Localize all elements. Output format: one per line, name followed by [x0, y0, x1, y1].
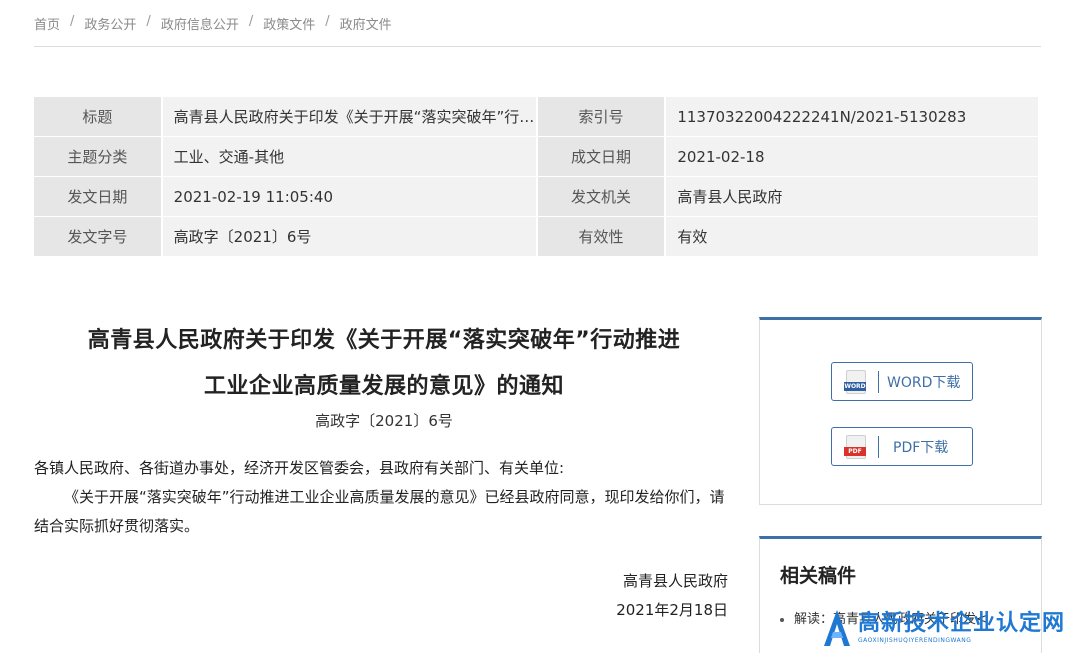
watermark-title: 高新技术企业认定网: [858, 610, 1066, 636]
breadcrumb-gov-affairs[interactable]: 政务公开: [84, 14, 136, 33]
article-date: 2021年2月18日: [616, 601, 728, 619]
article-salutation: 各镇人民政府、各街道办事处，经济开发区管委会，县政府有关部门、有关单位:: [34, 459, 565, 477]
pdf-file-icon: PDF: [844, 434, 868, 459]
article-paragraph: 《关于开展“落实突破年”行动推进工业企业高质量发展的意见》已经县政府同意，现印发…: [34, 488, 725, 535]
watermark: 高新技术企业认定网 GAOXINJISHUQIYERENDINGWANG: [820, 602, 1070, 653]
related-heading: 相关稿件: [780, 565, 857, 587]
meta-key-title: 标题: [34, 97, 163, 137]
button-divider: [878, 435, 879, 458]
meta-key-issuer: 发文机关: [537, 177, 667, 217]
meta-row: 发文字号 高政字〔2021〕6号 有效性 有效: [34, 217, 1040, 257]
meta-key-index: 索引号: [537, 97, 667, 137]
pdf-download-label: PDF下载: [893, 439, 949, 456]
word-download-label: WORD下载: [887, 374, 961, 391]
meta-value-issue-date: 2021-02-19 11:05:40: [162, 177, 538, 217]
button-divider: [878, 370, 879, 393]
article-title-line: 工业企业高质量发展的意见》的通知: [203, 374, 564, 399]
meta-value-doc-number: 高政字〔2021〕6号: [162, 217, 538, 257]
watermark-subtitle: GAOXINJISHUQIYERENDINGWANG: [858, 636, 972, 644]
article-body: 各镇人民政府、各街道办事处，经济开发区管委会，县政府有关部门、有关单位: 《关于…: [34, 454, 734, 541]
meta-value-issuer: 高青县人民政府: [666, 177, 1040, 217]
breadcrumb-separator: /: [248, 14, 254, 29]
breadcrumb-gov-info[interactable]: 政府信息公开: [161, 14, 239, 33]
meta-key-doc-number: 发文字号: [34, 217, 163, 257]
meta-value-index: 11370322004222241N/2021-5130283: [666, 97, 1040, 137]
breadcrumb-gov-docs[interactable]: 政府文件: [340, 14, 392, 33]
meta-value-title: 高青县人民政府关于印发《关于开展“落实突破年”行动推进工业企业高质量发展的意见》…: [162, 97, 538, 137]
meta-key-category: 主题分类: [34, 137, 163, 177]
article-signer: 高青县人民政府: [622, 572, 728, 590]
meta-row: 主题分类 工业、交通-其他 成文日期 2021-02-18: [34, 137, 1040, 177]
pdf-download-button[interactable]: PDF PDF下载: [831, 427, 973, 466]
breadcrumb: 首页 / 政务公开 / 政府信息公开 / 政策文件 / 政府文件: [34, 14, 1041, 47]
meta-key-issue-date: 发文日期: [34, 177, 163, 217]
article: 高青县人民政府关于印发《关于开展“落实突破年”行动推进 工业企业高质量发展的意见…: [34, 318, 734, 625]
breadcrumb-separator: /: [70, 14, 75, 29]
meta-value-validity: 有效: [666, 217, 1040, 257]
watermark-text: 高新技术企业认定网 GAOXINJISHUQIYERENDINGWANG: [858, 611, 1065, 645]
breadcrumb-separator: /: [325, 14, 330, 29]
meta-key-validity: 有效性: [537, 217, 667, 257]
document-meta-table: 标题 高青县人民政府关于印发《关于开展“落实突破年”行动推进工业企业高质量发展的…: [34, 97, 1040, 257]
word-download-button[interactable]: WORD WORD下载: [831, 362, 973, 401]
article-doc-number: 高政字〔2021〕6号: [315, 412, 453, 430]
word-file-icon: WORD: [844, 369, 868, 394]
watermark-logo-icon: [824, 609, 850, 646]
article-title: 高青县人民政府关于印发《关于开展“落实突破年”行动推进 工业企业高质量发展的意见…: [34, 318, 734, 410]
download-panel: WORD WORD下载 PDF PDF下载: [759, 317, 1042, 505]
article-signature: 高青县人民政府 2021年2月18日: [34, 567, 734, 625]
meta-row: 标题 高青县人民政府关于印发《关于开展“落实突破年”行动推进工业企业高质量发展的…: [34, 97, 1040, 137]
meta-value-category: 工业、交通-其他: [162, 137, 538, 177]
meta-value-written-date: 2021-02-18: [666, 137, 1040, 177]
breadcrumb-home[interactable]: 首页: [34, 14, 60, 33]
meta-key-written-date: 成文日期: [537, 137, 667, 177]
breadcrumb-separator: /: [146, 14, 151, 29]
article-title-line: 高青县人民政府关于印发《关于开展“落实突破年”行动推进: [87, 328, 681, 353]
meta-row: 发文日期 2021-02-19 11:05:40 发文机关 高青县人民政府: [34, 177, 1040, 217]
breadcrumb-policy-docs[interactable]: 政策文件: [263, 14, 315, 33]
